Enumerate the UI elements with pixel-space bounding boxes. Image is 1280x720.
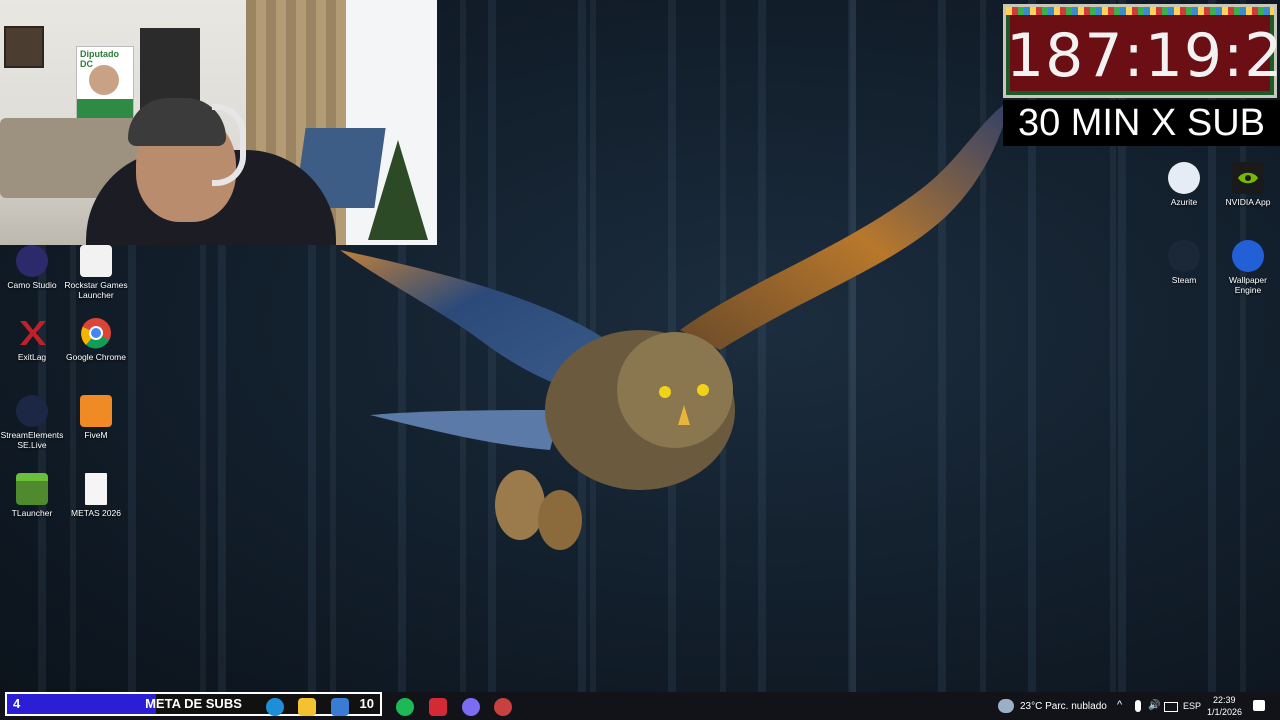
christmas-tree xyxy=(368,140,428,240)
tlauncher-icon xyxy=(16,473,48,505)
microphone-icon[interactable] xyxy=(1135,700,1141,712)
clock-date[interactable]: 1/1/2026 xyxy=(1207,707,1242,717)
campaign-poster: Diputado DC xyxy=(76,46,134,128)
desktop-icon-label: StreamElements SE.Live xyxy=(0,430,64,450)
chevron-up-icon[interactable]: ^ xyxy=(1117,699,1122,711)
desktop-icon-label: Wallpaper Engine xyxy=(1229,275,1267,295)
streamelements-icon xyxy=(16,395,48,427)
owl-face xyxy=(617,332,733,448)
desktop-icon-label: Google Chrome xyxy=(65,352,126,362)
webcam-overlay: Diputado DC xyxy=(0,0,437,245)
clock-time[interactable]: 22:39 xyxy=(1213,695,1236,705)
notification-icon[interactable] xyxy=(1253,700,1265,711)
timer-subtitle: 30 MIN X SUB xyxy=(1003,100,1280,146)
owl-right-wing xyxy=(680,100,1010,350)
store-icon[interactable] xyxy=(331,698,349,716)
desktop-icon-camo-studio[interactable]: Camo Studio xyxy=(0,245,64,290)
desktop-icon-tlauncher[interactable]: TLauncher xyxy=(0,473,64,518)
desktop-icon-steam[interactable]: Steam xyxy=(1152,240,1216,285)
desktop-icon-label: Steam xyxy=(1171,275,1197,285)
wallpaper-engine-icon xyxy=(1232,240,1264,272)
desktop-icon-chrome[interactable]: Google Chrome xyxy=(64,317,128,362)
desktop-icon-exitlag[interactable]: ExitLag xyxy=(0,317,64,362)
spotify-icon[interactable] xyxy=(396,698,414,716)
obs-icon[interactable] xyxy=(462,698,480,716)
desktop-icon-wallpaper-engine[interactable]: Wallpaper Engine xyxy=(1216,240,1280,295)
desktop-icon-label: NVIDIA App xyxy=(1225,197,1271,207)
desktop-icon-streamelements[interactable]: StreamElements SE.Live xyxy=(0,395,64,450)
timer-app-icon[interactable] xyxy=(494,698,512,716)
desktop-icon-metas-2026[interactable]: METAS 2026 xyxy=(64,473,128,518)
wall-picture xyxy=(4,26,44,68)
steam-icon xyxy=(1168,240,1200,272)
goal-target: 10 xyxy=(359,696,374,711)
chrome-icon xyxy=(80,317,112,349)
desktop-icon-nvidia-app[interactable]: NVIDIA App xyxy=(1216,162,1280,207)
azurite-icon xyxy=(1168,162,1200,194)
desktop-icon-label: Camo Studio xyxy=(7,280,57,290)
subathon-timer: 187:19:23 xyxy=(1003,4,1280,98)
exitlag-icon xyxy=(16,317,48,349)
nvidia-icon xyxy=(1232,162,1264,194)
weather-icon[interactable] xyxy=(998,699,1014,713)
christmas-lights xyxy=(1006,7,1274,15)
file-explorer-icon[interactable] xyxy=(298,698,316,716)
desktop-icon-rockstar[interactable]: Rockstar Games Launcher xyxy=(64,245,128,300)
poster-face xyxy=(89,65,119,95)
desktop-icon-label: Rockstar Games Launcher xyxy=(64,280,128,300)
desktop-icon-label: FiveM xyxy=(84,430,108,440)
desktop-icon-label: Azurite xyxy=(1170,197,1198,207)
goal-label: META DE SUBS xyxy=(145,696,242,711)
rockstar-icon xyxy=(80,245,112,277)
exitlag-taskbar-icon[interactable] xyxy=(429,698,447,716)
desktop-icon-label: TLauncher xyxy=(11,508,53,518)
desktop-icon-fivem[interactable]: FiveM xyxy=(64,395,128,440)
camo-icon xyxy=(16,245,48,277)
edge-icon[interactable] xyxy=(266,698,284,716)
weather-text[interactable]: 23°C Parc. nublado xyxy=(1020,701,1107,712)
desktop-icon-azurite[interactable]: Azurite xyxy=(1152,162,1216,207)
subscriber-goal-bar: 4 META DE SUBS 10 xyxy=(5,692,382,716)
timer-value: 187:19:23 xyxy=(1006,21,1280,91)
volume-icon[interactable]: 🔊 xyxy=(1148,700,1160,711)
network-icon[interactable] xyxy=(1164,702,1178,712)
desktop-icon-label: METAS 2026 xyxy=(71,508,121,518)
desktop-icon-label: ExitLag xyxy=(17,352,47,362)
document-icon xyxy=(85,473,107,505)
language-indicator[interactable]: ESP xyxy=(1183,701,1201,711)
fivem-icon xyxy=(80,395,112,427)
